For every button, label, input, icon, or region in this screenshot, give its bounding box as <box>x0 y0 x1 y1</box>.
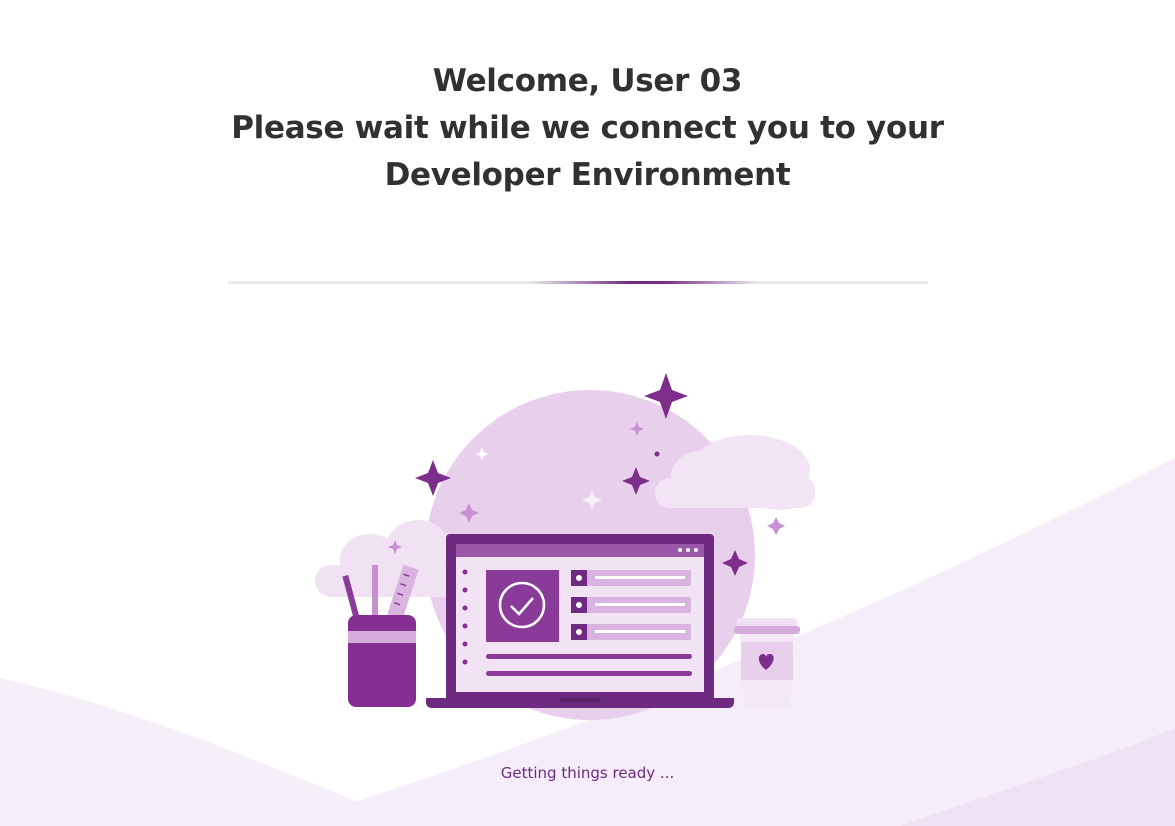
loading-page: Welcome, User 03 Please wait while we co… <box>0 0 1175 826</box>
cloud-icon <box>315 520 465 597</box>
progress-bar <box>228 281 928 284</box>
welcome-title: Welcome, User 03 <box>432 63 743 99</box>
progress-indicator <box>528 281 758 284</box>
connecting-message-line-1: Please wait while we connect you to your <box>231 110 944 146</box>
laptop-icon <box>426 534 734 708</box>
coffee-cup-icon <box>734 618 800 708</box>
sparkle-icon <box>767 517 785 535</box>
laptop-checklist-illustration <box>315 373 815 720</box>
status-text: Getting things ready ... <box>500 764 675 782</box>
connecting-message-line-2: Developer Environment <box>384 157 791 193</box>
welcome-heading: Welcome, User 03 Please wait while we co… <box>0 58 1175 199</box>
